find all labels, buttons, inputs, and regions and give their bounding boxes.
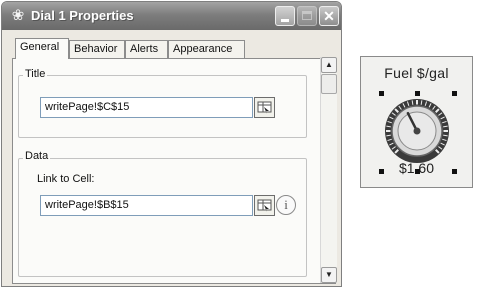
- title-bar[interactable]: ❀ Dial 1 Properties ✕: [2, 2, 341, 30]
- close-icon: ✕: [323, 8, 335, 24]
- minimize-button[interactable]: [275, 6, 295, 26]
- dial-tick: [420, 100, 423, 105]
- info-button[interactable]: i: [276, 195, 296, 215]
- maximize-button[interactable]: [297, 6, 317, 26]
- arrow-down-icon: ▼: [325, 270, 333, 279]
- cell-picker-icon: [257, 199, 272, 212]
- cell-picker-icon: [257, 101, 272, 114]
- link-to-cell-label: Link to Cell:: [37, 173, 95, 185]
- dial-tick: [386, 125, 391, 128]
- maximize-icon: [302, 11, 312, 20]
- data-group-label: Data: [23, 150, 51, 162]
- resize-handle-top-right[interactable]: [452, 91, 457, 96]
- scroll-thumb[interactable]: [321, 74, 337, 94]
- resize-handle-top[interactable]: [415, 91, 420, 96]
- close-button[interactable]: ✕: [319, 6, 339, 26]
- properties-dialog: ❀ Dial 1 Properties ✕ General Behavior A…: [1, 1, 342, 287]
- tab-behavior[interactable]: Behavior: [69, 40, 125, 58]
- tab-general[interactable]: General: [15, 38, 69, 59]
- dial-title: Fuel $/gal: [384, 65, 449, 81]
- dial-tick: [411, 100, 414, 105]
- resize-handle-top-left[interactable]: [379, 91, 384, 96]
- minimize-icon: [281, 19, 289, 22]
- dial-widget[interactable]: Fuel $/gal $1.60: [360, 56, 473, 188]
- tab-appearance[interactable]: Appearance: [168, 40, 245, 58]
- dial-value: $1.60: [398, 160, 435, 176]
- title-group-label: Title: [23, 68, 48, 80]
- window-title: Dial 1 Properties: [31, 8, 134, 23]
- tab-alerts[interactable]: Alerts: [125, 40, 168, 58]
- dial-tick: [443, 125, 448, 128]
- arrow-up-icon: ▲: [325, 60, 333, 69]
- dial-tick: [443, 134, 448, 137]
- link-cell-picker-button[interactable]: [254, 195, 275, 216]
- link-cell-input[interactable]: writePage!$B$15: [40, 195, 253, 216]
- info-icon: i: [284, 197, 288, 212]
- vertical-scrollbar[interactable]: ▲ ▼: [320, 57, 337, 283]
- dial-hub: [413, 127, 421, 135]
- scroll-down-button[interactable]: ▼: [321, 267, 337, 283]
- title-cell-input[interactable]: writePage!$C$15: [40, 97, 253, 118]
- dial-tick: [386, 134, 391, 137]
- title-cell-picker-button[interactable]: [254, 97, 275, 118]
- gear-icon: ❀: [11, 7, 25, 24]
- scroll-up-button[interactable]: ▲: [321, 57, 337, 73]
